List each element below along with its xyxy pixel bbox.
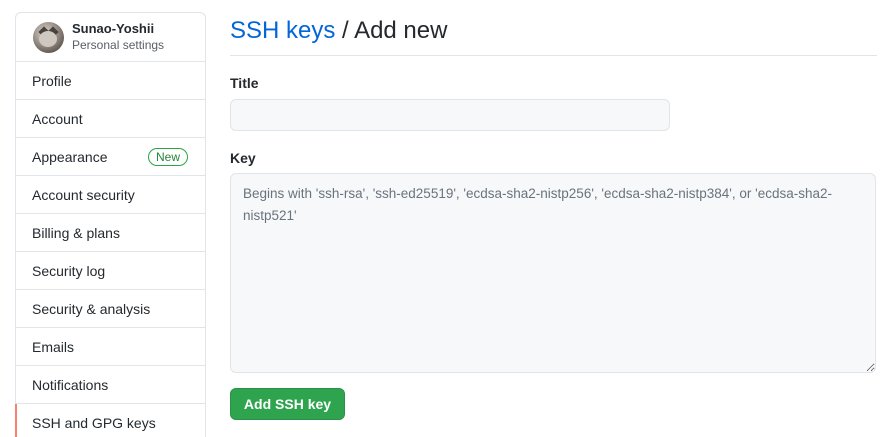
sidebar-item-label: Emails [32,338,75,355]
sidebar-item-label: Account [32,110,83,127]
avatar [33,21,64,53]
title-input[interactable] [230,99,670,131]
sidebar-item-label: Notifications [32,376,109,393]
personal-settings-label: Personal settings [72,37,165,52]
profile-text: Sunao-Yoshii Personal settings [72,21,165,53]
breadcrumb-separator: / [335,16,355,44]
new-badge: New [147,147,188,166]
sidebar-item-label: SSH and GPG keys [32,415,156,431]
username[interactable]: Sunao-Yoshii [72,21,164,37]
main-content: SSH keys / Add new Title Key Add SSH key [230,0,893,420]
settings-sidebar: Sunao-Yoshii Personal settings Profile A… [15,12,206,437]
sidebar-item-appearance[interactable]: Appearance New [16,138,205,176]
breadcrumb-current: Add new [354,16,448,44]
sidebar-item-label: Security & analysis [32,300,151,317]
key-textarea[interactable] [230,173,876,373]
sidebar-item-label: Profile [32,72,72,89]
page-header: SSH keys / Add new [230,0,877,56]
sidebar-item-account[interactable]: Account [16,100,205,138]
add-ssh-key-button[interactable]: Add SSH key [230,388,345,420]
page: Sunao-Yoshii Personal settings Profile A… [0,0,893,437]
sidebar-item-security-log[interactable]: Security log [16,252,205,290]
avatar-face [39,30,57,47]
sidebar-item-billing-plans[interactable]: Billing & plans [16,214,205,252]
sidebar-item-ssh-gpg-keys[interactable]: SSH and GPG keys [15,404,205,437]
page-title: SSH keys / Add new [230,17,447,45]
sidebar-item-emails[interactable]: Emails [16,328,205,366]
sidebar-item-profile[interactable]: Profile [16,62,205,100]
sidebar-item-notifications[interactable]: Notifications [16,366,205,404]
sidebar-item-label: Account security [32,186,135,203]
sidebar-item-label: Appearance [32,148,108,165]
sidebar-item-label: Billing & plans [32,224,120,241]
sidebar-item-account-security[interactable]: Account security [16,176,205,214]
sidebar-item-label: Security log [32,262,106,279]
sidebar-item-security-analysis[interactable]: Security & analysis [16,290,205,328]
title-label: Title [230,75,259,91]
breadcrumb-ssh-keys-link[interactable]: SSH keys [230,17,335,44]
key-label: Key [230,150,256,166]
profile-header[interactable]: Sunao-Yoshii Personal settings [16,13,205,62]
